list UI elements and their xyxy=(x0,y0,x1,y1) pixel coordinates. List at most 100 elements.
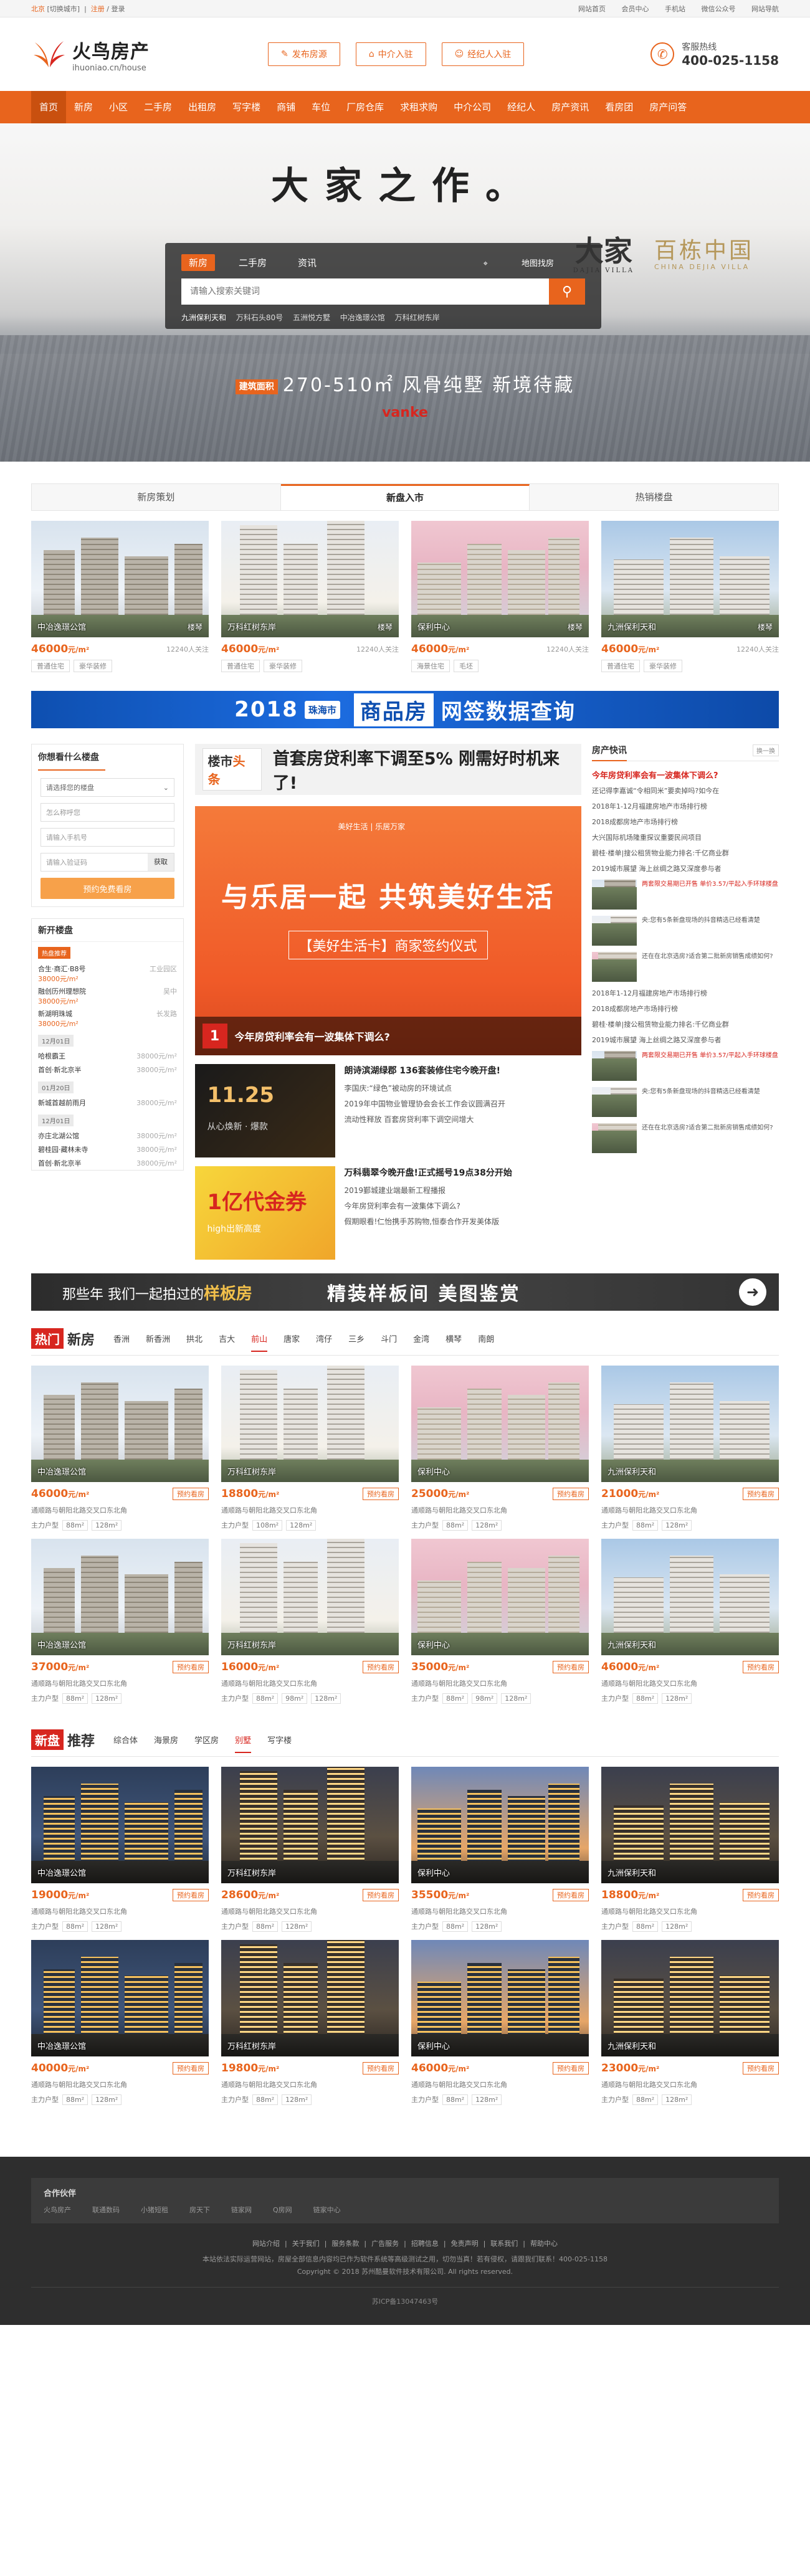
quick-news-link[interactable]: 2018年1-12月福建房地产市场排行榜 xyxy=(592,988,779,998)
quick-news-link[interactable]: 2019城市展望 海上丝绸之路又深度参与者 xyxy=(592,1035,779,1045)
book-viewing-link[interactable]: 预约看房 xyxy=(173,1889,209,1901)
listing-image[interactable]: 万科红树东岸 xyxy=(221,1539,399,1655)
listing-card[interactable]: 九洲保利天和 18800元/m² 预约看房 通顺路与朝阳北路交叉口东北角 主力户型 88m… xyxy=(601,1767,779,1932)
listing-card[interactable]: 九洲保利天和 46000元/m² 预约看房 通顺路与朝阳北路交叉口东北角 主力户型 88m… xyxy=(601,1539,779,1704)
book-viewing-link[interactable]: 预约看房 xyxy=(363,1488,399,1500)
estate-card[interactable]: 九洲保利天和 楼琴 46000元/m² 12240人关注 普通住宅 豪华装修 xyxy=(601,521,779,672)
listing-image[interactable]: 保利中心 xyxy=(411,1767,589,1883)
area-filter[interactable]: 三乡 xyxy=(348,1333,364,1344)
area-filter[interactable]: 金湾 xyxy=(413,1333,429,1344)
area-filter[interactable]: 湾仔 xyxy=(316,1333,332,1344)
area-filter[interactable]: 唐家 xyxy=(284,1333,300,1344)
listing-card[interactable]: 万科红树东岸 18800元/m² 预约看房 通顺路与朝阳北路交叉口东北角 主力户型 108… xyxy=(221,1366,399,1531)
tab-new-launch[interactable]: 新盘入市 xyxy=(280,484,530,510)
area-filter[interactable]: 写字楼 xyxy=(267,1734,292,1746)
listing-card[interactable]: 九洲保利天和 21000元/m² 预约看房 通顺路与朝阳北路交叉口东北角 主力户型 88m… xyxy=(601,1366,779,1531)
estate-card[interactable]: 保利中心 楼琴 46000元/m² 12240人关注 海景住宅 毛坯 xyxy=(411,521,589,672)
partner-link[interactable]: 链家中心 xyxy=(313,2206,341,2214)
book-viewing-link[interactable]: 预约看房 xyxy=(743,1889,779,1901)
hot-search-item[interactable]: 万科石头80号 xyxy=(236,313,283,322)
quick-news-pic-item[interactable]: 两套限交易期已开售 单价3.57/平起入手环球楼盘 xyxy=(592,1051,779,1081)
partner-link[interactable]: Q房网 xyxy=(273,2206,292,2214)
opening-row[interactable]: 新城首越前雨月 38000元/m² xyxy=(32,1096,183,1110)
partner-link[interactable]: 房天下 xyxy=(189,2206,210,2214)
book-viewing-link[interactable]: 预约看房 xyxy=(553,1661,589,1673)
search-tab-secondhand[interactable]: 二手房 xyxy=(231,254,274,271)
arrow-right-icon[interactable]: ➜ xyxy=(739,1278,766,1306)
quick-news-link[interactable]: 碧桂·楼单|搜公租赁物业能力排名:千亿商业群 xyxy=(592,848,779,858)
listing-card[interactable]: 万科红树东岸 28600元/m² 预约看房 通顺路与朝阳北路交叉口东北角 主力户型 88m… xyxy=(221,1767,399,1932)
opening-item[interactable]: 融创历州理想院 吴中 38000元/m² xyxy=(32,985,183,1007)
nav-item[interactable]: 房产资讯 xyxy=(543,91,597,123)
estate-card[interactable]: 万科红树东岸 楼琴 46000元/m² 12240人关注 普通住宅 豪华装修 xyxy=(221,521,399,672)
area-filter[interactable]: 香洲 xyxy=(113,1333,130,1344)
quick-news-pic-item[interactable]: 还在在北京选房?适合第二批新房销售成绩如何? xyxy=(592,1123,779,1153)
footer-nav-link[interactable]: 关于我们 xyxy=(292,2240,320,2248)
listing-image[interactable]: 九洲保利天和 xyxy=(601,1767,779,1883)
listing-image[interactable]: 九洲保利天和 xyxy=(601,1539,779,1655)
book-viewing-link[interactable]: 预约看房 xyxy=(363,1889,399,1901)
nav-item[interactable]: 出租房 xyxy=(180,91,224,123)
nav-item[interactable]: 写字楼 xyxy=(224,91,269,123)
site-logo[interactable]: 火鸟房产 ihuoniao.cn/house xyxy=(31,36,268,73)
listing-image[interactable]: 中冶逸璟公馆 xyxy=(31,1767,209,1883)
listing-image[interactable]: 九洲保利天和 xyxy=(601,1366,779,1482)
estate-image[interactable]: 万科红树东岸 楼琴 xyxy=(221,521,399,637)
listing-card[interactable]: 中冶逸璟公馆 19000元/m² 预约看房 通顺路与朝阳北路交叉口东北角 主力户型 88m… xyxy=(31,1767,209,1932)
headline-bar[interactable]: 楼市头条 首套房贷利率下调至5% 刚需好时机来了! xyxy=(194,744,581,795)
partner-link[interactable]: 小猪短租 xyxy=(141,2206,168,2214)
area-filter[interactable]: 别墅 xyxy=(235,1734,252,1753)
book-viewing-link[interactable]: 预约看房 xyxy=(173,2062,209,2075)
listing-card[interactable]: 保利中心 35500元/m² 预约看房 通顺路与朝阳北路交叉口东北角 主力户型 88m² 1… xyxy=(411,1767,589,1932)
nav-item[interactable]: 商铺 xyxy=(269,91,303,123)
listing-image[interactable]: 中冶逸璟公馆 xyxy=(31,1366,209,1482)
quick-news-link[interactable]: 还记得李嘉诚“令相同米”要卖掉吗?如今在 xyxy=(592,786,779,796)
footer-nav-link[interactable]: 广告服务 xyxy=(371,2240,399,2248)
area-filter[interactable]: 横琴 xyxy=(446,1333,462,1344)
search-input[interactable] xyxy=(181,278,549,305)
nav-item[interactable]: 求租求购 xyxy=(392,91,446,123)
login-link[interactable]: 注册 xyxy=(91,5,105,13)
search-tab-news[interactable]: 资讯 xyxy=(290,254,324,271)
phone-field[interactable]: 请输入手机号 xyxy=(40,828,174,847)
listing-card[interactable]: 中冶逸璟公馆 46000元/m² 预约看房 通顺路与朝阳北路交叉口东北角 主力户型 88m… xyxy=(31,1366,209,1531)
news-link[interactable]: 李国庆:“绿色”被动房的环境试点 xyxy=(345,1083,506,1093)
listing-image[interactable]: 九洲保利天和 xyxy=(601,1940,779,2056)
quick-news-link[interactable]: 2018成都房地产市场排行榜 xyxy=(592,1004,779,1014)
footer-nav-link[interactable]: 帮助中心 xyxy=(530,2240,558,2248)
listing-card[interactable]: 万科红树东岸 19800元/m² 预约看房 通顺路与朝阳北路交叉口东北角 主力户型 88m… xyxy=(221,1940,399,2105)
news-headline[interactable]: 万科翡翠今晚开盘!正式摇号19点38分开始 xyxy=(345,1166,512,1179)
book-viewing-link[interactable]: 预约看房 xyxy=(743,1661,779,1673)
top-link-wechat[interactable]: 微信公众号 xyxy=(702,5,736,13)
code-field[interactable]: 请输入验证码 获取 xyxy=(40,853,174,872)
book-viewing-link[interactable]: 预约看房 xyxy=(743,2062,779,2075)
agency-join-button[interactable]: ⌂ 中介入驻 xyxy=(355,42,426,66)
tab-new-planning[interactable]: 新房策划 xyxy=(32,484,281,510)
quick-news-link[interactable]: 大兴国际机场隆重探议重要民间项目 xyxy=(592,832,779,842)
name-field[interactable]: 怎么称呼您 xyxy=(40,803,174,822)
nav-item[interactable]: 车位 xyxy=(303,91,338,123)
book-viewing-link[interactable]: 预约看房 xyxy=(173,1488,209,1500)
opening-row[interactable]: 哈根霸王 38000元/m² xyxy=(32,1049,183,1063)
book-viewing-link[interactable]: 预约看房 xyxy=(743,1488,779,1500)
estate-card[interactable]: 中冶逸璟公馆 楼琴 46000元/m² 12240人关注 普通住宅 豪华装修 xyxy=(31,521,209,672)
sample-room-banner[interactable]: 那些年 我们一起拍过的样板房 精装样板间 美图鉴赏 ➜ xyxy=(31,1273,779,1311)
hot-search-item[interactable]: 九洲保利天和 xyxy=(181,313,226,322)
footer-nav-link[interactable]: 服务条款 xyxy=(331,2240,359,2248)
partner-link[interactable]: 联通数码 xyxy=(92,2206,120,2214)
opening-item[interactable]: 合生·商汇·B8号 工业园区 38000元/m² xyxy=(32,962,183,985)
estate-image[interactable]: 九洲保利天和 楼琴 xyxy=(601,521,779,637)
nav-item[interactable]: 厂房仓库 xyxy=(338,91,392,123)
broker-join-button[interactable]: ☺ 经纪人入驻 xyxy=(441,42,525,66)
nav-item[interactable]: 二手房 xyxy=(136,91,180,123)
search-button[interactable]: ⚲ xyxy=(549,278,585,305)
nav-item[interactable]: 小区 xyxy=(101,91,136,123)
news-link[interactable]: 2019鄞城建业端最新工程播报 xyxy=(345,1185,512,1195)
area-filter[interactable]: 综合体 xyxy=(113,1734,138,1746)
nav-item[interactable]: 新房 xyxy=(66,91,101,123)
area-filter[interactable]: 拱北 xyxy=(186,1333,202,1344)
book-viewing-button[interactable]: 预约免费看房 xyxy=(40,878,174,899)
news-link[interactable]: 今年房贷利率会有一波集体下调么? xyxy=(345,1200,512,1211)
news-thumbnail[interactable]: 11.25 从心焕新 · 爆款 xyxy=(194,1064,335,1157)
map-search-link[interactable]: ⌖ 地图找房 xyxy=(469,255,585,270)
